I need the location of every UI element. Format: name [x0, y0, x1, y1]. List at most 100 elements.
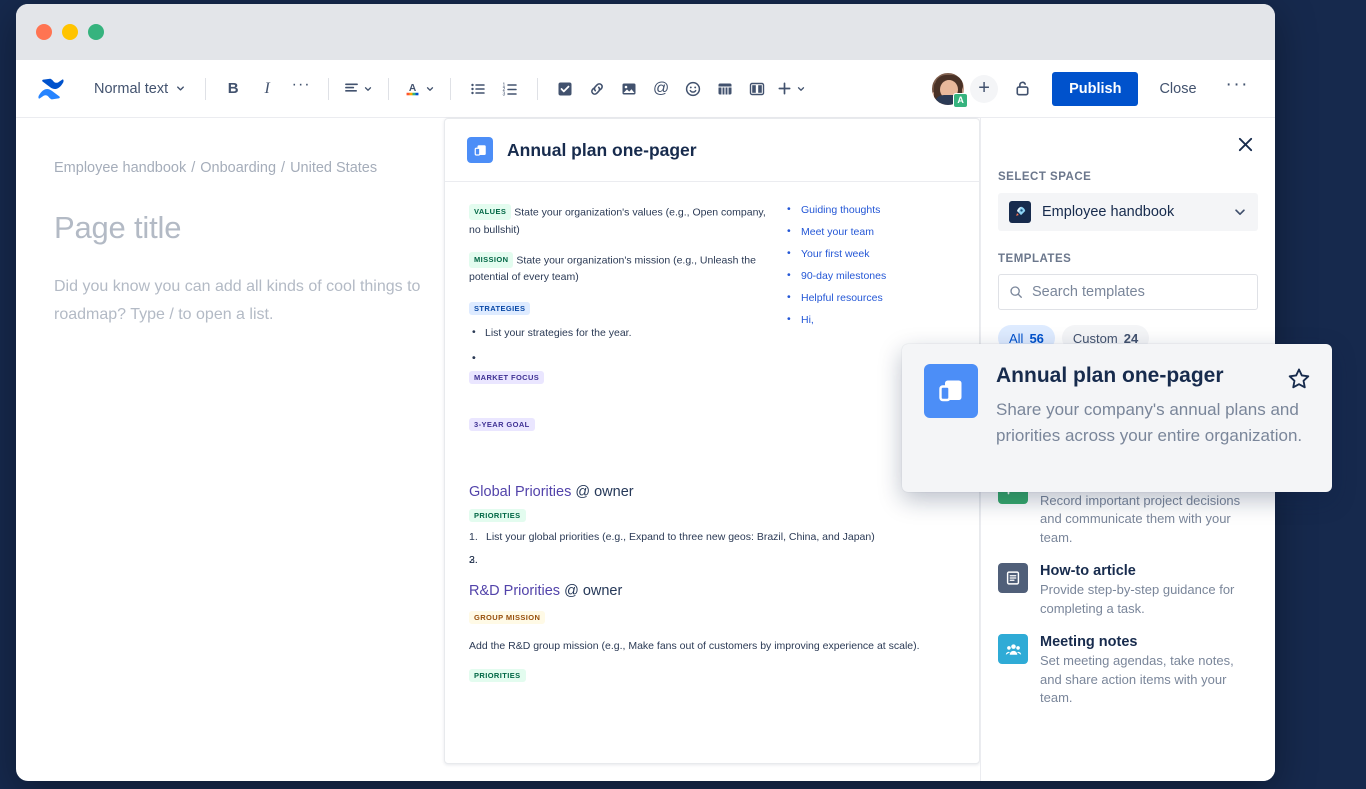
bold-button[interactable]: B	[217, 73, 249, 105]
window-maximize-button[interactable]	[88, 24, 104, 40]
preview-link-list: Guiding thoughts Meet your team Your fir…	[787, 204, 947, 326]
search-input[interactable]	[1032, 284, 1247, 300]
breadcrumb-item-onboarding[interactable]: Onboarding	[200, 160, 276, 176]
template-name: How-to article	[1040, 563, 1258, 579]
breadcrumb-item-united-states[interactable]: United States	[290, 160, 377, 176]
text-color-button[interactable]: A	[400, 73, 439, 105]
annual-plan-icon	[467, 137, 493, 163]
insert-menu-button[interactable]	[773, 73, 810, 105]
link-button[interactable]	[581, 73, 613, 105]
preview-title: Annual plan one-pager	[507, 140, 697, 161]
mention-button[interactable]: @	[645, 73, 677, 105]
numbered-list-button[interactable]: 1 2 3	[494, 73, 526, 105]
task-button[interactable]	[549, 73, 581, 105]
toolbar-right-group: A + Publish Close ···	[930, 71, 1257, 107]
template-list: Decision Record important project decisi…	[998, 474, 1258, 708]
more-options-button[interactable]: ···	[1218, 74, 1257, 104]
template-preview-card: Annual plan one-pager VALUES State your …	[444, 118, 980, 764]
values-lozenge: VALUES	[469, 204, 511, 220]
plus-icon	[777, 81, 792, 96]
layout-button[interactable]	[741, 73, 773, 105]
avatar[interactable]: A	[930, 71, 966, 107]
window-titlebar	[16, 4, 1275, 60]
bullet-list-button[interactable]	[462, 73, 494, 105]
list-item: List your global priorities (e.g., Expan…	[469, 530, 955, 546]
list-item[interactable]: How-to article Provide step-by-step guid…	[998, 563, 1258, 618]
confluence-logo-icon[interactable]	[34, 72, 68, 106]
chevron-down-icon	[1233, 205, 1247, 219]
values-paragraph: VALUES State your organization's values …	[469, 204, 769, 239]
text-style-dropdown[interactable]: Normal text	[86, 73, 194, 105]
emoji-button[interactable]	[677, 73, 709, 105]
strategies-list: List your strategies for the year.	[469, 325, 769, 341]
align-dropdown-button[interactable]	[340, 73, 377, 105]
svg-text:A: A	[409, 83, 417, 94]
toolbar-divider	[537, 78, 538, 100]
search-templates-box[interactable]	[998, 274, 1258, 310]
numbered-list-icon: 1 2 3	[502, 81, 518, 97]
page-body-input[interactable]: Did you know you can add all kinds of co…	[54, 273, 436, 328]
space-dropdown[interactable]: Employee handbook	[998, 193, 1258, 231]
publish-button[interactable]: Publish	[1052, 72, 1138, 106]
preview-lower-content: Global Priorities @ owner PRIORITIES Lis…	[445, 454, 979, 682]
list-item[interactable]: 90-day milestones	[787, 270, 947, 282]
priorities-lozenge: PRIORITIES	[469, 509, 526, 522]
table-button[interactable]	[709, 73, 741, 105]
list-item[interactable]: Helpful resources	[787, 292, 947, 304]
svg-text:3: 3	[503, 91, 506, 97]
page-title-input[interactable]: Page title	[54, 210, 436, 246]
desktop-background: Normal text B I ··· A	[0, 0, 1366, 789]
formatting-group: B I ···	[217, 73, 317, 105]
add-person-button[interactable]: +	[970, 75, 998, 103]
template-description: Provide step-by-step guidance for comple…	[1040, 581, 1258, 618]
template-hover-tooltip: Annual plan one-pager Share your company…	[902, 344, 1332, 492]
task-checkbox-icon	[557, 81, 573, 97]
favorite-star-button[interactable]	[1286, 366, 1312, 397]
template-name: Meeting notes	[1040, 634, 1258, 650]
window-close-button[interactable]	[36, 24, 52, 40]
rocket-icon	[1009, 201, 1031, 223]
breadcrumb-item-space[interactable]: Employee handbook	[54, 160, 186, 176]
table-icon	[717, 81, 733, 97]
close-editor-button[interactable]: Close	[1146, 72, 1209, 106]
global-priorities-heading: Global Priorities @ owner	[469, 484, 955, 500]
link-icon	[589, 81, 605, 97]
annual-plan-icon	[924, 364, 978, 418]
close-panel-button[interactable]	[1231, 130, 1259, 158]
three-year-goal-lozenge: 3-YEAR GOAL	[469, 418, 535, 431]
chevron-down-icon	[175, 83, 186, 94]
align-left-icon	[344, 81, 359, 96]
list-item[interactable]: Meet your team	[787, 226, 947, 238]
preview-content: VALUES State your organization's values …	[445, 182, 979, 454]
image-button[interactable]	[613, 73, 645, 105]
global-priorities-list: List your global priorities (e.g., Expan…	[469, 530, 955, 546]
template-description: Record important project decisions and c…	[1040, 492, 1258, 547]
strategies-lozenge: STRATEGIES	[469, 302, 530, 315]
list-item[interactable]: Meeting notes Set meeting agendas, take …	[998, 634, 1258, 707]
toolbar-divider	[388, 78, 389, 100]
tooltip-title: Annual plan one-pager	[996, 364, 1310, 388]
list-item[interactable]: Hi,	[787, 314, 947, 326]
rd-priorities-heading: R&D Priorities @ owner	[469, 583, 955, 599]
avatar-status-badge: A	[953, 93, 968, 108]
text-style-label: Normal text	[94, 81, 168, 97]
toolbar-divider	[328, 78, 329, 100]
window-minimize-button[interactable]	[62, 24, 78, 40]
more-formatting-button[interactable]: ···	[285, 73, 317, 105]
emoji-icon	[685, 81, 701, 97]
list-item[interactable]: Guiding thoughts	[787, 204, 947, 216]
templates-label: TEMPLATES	[998, 253, 1258, 265]
list-item[interactable]: Your first week	[787, 248, 947, 260]
layout-columns-icon	[749, 81, 765, 97]
toolbar-divider	[450, 78, 451, 100]
rd-priorities-title: R&D Priorities	[469, 583, 560, 599]
search-icon	[1009, 285, 1023, 299]
space-name: Employee handbook	[1042, 204, 1222, 220]
tooltip-body: Annual plan one-pager Share your company…	[996, 364, 1310, 472]
italic-button[interactable]: I	[251, 73, 283, 105]
image-icon	[621, 81, 637, 97]
list-item: List your strategies for the year.	[469, 325, 769, 341]
editor-toolbar: Normal text B I ··· A	[16, 60, 1275, 118]
preview-main-column: VALUES State your organization's values …	[469, 204, 769, 432]
restrictions-button[interactable]	[1006, 73, 1038, 105]
